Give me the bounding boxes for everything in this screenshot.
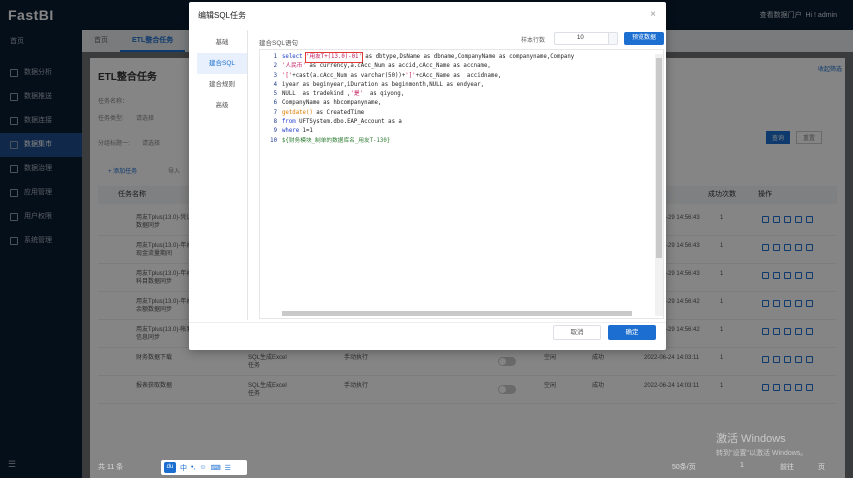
watermark-line-2: 转到"设置"以激活 Windows。 [716,450,808,457]
dialog-title: 编辑SQL任务 [198,11,247,20]
current-page[interactable]: 1 [740,462,744,469]
sample-rows-value: 10 [577,35,584,41]
code-token: '用友T+(13.0)-01' [304,51,363,64]
code-token: getdate() [282,109,313,116]
ime-toolbar[interactable]: du 中 •, ☺ ⌨ ☰ [161,460,247,475]
code-token: iyear as beginyear,iDuration as beginmon… [282,81,485,88]
line-number: 7 [273,109,277,116]
confirm-button[interactable]: 确定 [608,325,656,340]
code-token: as CreatedTime [312,109,365,116]
code-line: 6 CompanyName as hbcompanyname, [260,99,653,108]
code-line: 7 getdate() as CreatedTime [260,109,653,118]
ime-lang[interactable]: 中 [180,463,187,473]
sample-rows-input[interactable]: 10 [554,32,618,45]
dialog-tabs: 基础 建合SQL 建合规则 高级 [197,32,247,116]
stepper-icon[interactable] [608,33,617,44]
ime-menu-icon[interactable]: ☰ [225,464,231,472]
code-line: 9 where 1=1 [260,127,653,136]
code-token: +cast(a.cAcc_Num as varchar(50))+ [292,72,406,79]
code-token: 1=1 [302,128,313,135]
line-number: 2 [273,63,277,70]
code-token: as qiyong, [363,91,405,98]
windows-watermark: 激活 Windows 转到"设置"以激活 Windows。 [716,430,807,458]
code-token: UFTSystem.dbo.EAP_Account as a [299,119,402,126]
close-icon[interactable]: × [650,9,656,20]
code-token: +cAcc_Name as accidname, [415,72,502,79]
code-line: 2 '人民币' as currency,a.cAcc_Num as accid,c… [260,62,653,71]
page-size-select[interactable]: 50条/页 [672,462,696,472]
line-number: 8 [273,119,277,126]
editor-vertical-scrollbar[interactable] [655,54,663,316]
code-token: '[' [282,72,293,79]
code-token: '人民币' [282,63,306,70]
ime-logo-icon: du [164,462,176,473]
ime-punct[interactable]: •, [191,464,195,471]
vertical-scroll-thumb[interactable] [656,58,662,258]
page-unit-label: 页 [818,464,825,471]
watermark-line-1: 激活 Windows [716,433,786,445]
sql-editor[interactable]: 1 select '用友T+(13.0)-01' as dbtype,DsName… [259,49,664,319]
footer-divider [189,322,666,323]
ime-emoji-icon[interactable]: ☺ [199,464,206,471]
line-number: 1 [273,54,277,60]
line-number: 6 [273,100,277,107]
dialog-tab-0[interactable]: 基础 [197,32,247,53]
code-token: ${财务模块_制单的数据库名_用友T-130} [282,137,391,144]
code-line: 4 iyear as beginyear,iDuration as beginmo… [260,81,653,90]
ime-keyboard-icon[interactable]: ⌨ [211,464,221,472]
sql-section-title: 建合SQL语句 [259,40,299,47]
line-number: 3 [273,72,277,79]
line-number: 5 [273,91,277,98]
dialog-tab-1[interactable]: 建合SQL [197,53,247,74]
code-line: 1 select '用友T+(13.0)-01' as dbtype,DsName… [260,51,653,64]
code-line: 5 NULL as tradekind , '是' as qiyong, [260,90,653,99]
tabs-divider [247,30,248,320]
code-token: CompanyName as hbcompanyname, [282,100,382,107]
dialog-tab-2[interactable]: 建合规则 [197,74,247,95]
line-number: 4 [273,81,277,88]
code-token: from [282,119,300,126]
code-token: where [282,128,303,135]
edit-sql-task-dialog: 编辑SQL任务 × 基础 建合SQL 建合规则 高级 建合SQL语句 样本行数 10 … [189,2,666,350]
code-line: 8 from UFTSystem.dbo.EAP_Account as a [260,118,653,127]
sql-code[interactable]: 1 select '用友T+(13.0)-01' as dbtype,DsName… [260,51,653,146]
sample-rows-label: 样本行数 [521,38,546,44]
code-token: as currency,a.cAcc_Num as accid,cAcc_Nam… [305,63,491,70]
code-token: select [282,54,306,60]
code-line: 10 ${财务模块_制单的数据库名_用友T-130} [260,137,653,146]
goto-label: 前往 [780,464,794,471]
editor-horizontal-scrollbar[interactable] [282,311,632,316]
code-token: NULL as tradekind , [282,91,351,98]
dialog-tab-3[interactable]: 高级 [197,95,247,116]
code-token: '是' [350,91,364,98]
preview-data-button[interactable]: 预览数据 [624,32,664,45]
cancel-button[interactable]: 取消 [553,325,601,340]
total-count: 共 11 条 [98,464,124,471]
line-number: 10 [270,137,277,144]
code-token: as dbtype,DsName as dbname,CompanyName a… [361,54,575,60]
code-token: ']' [405,72,416,79]
code-line: 3 '[' +cast(a.cAcc_Num as varchar(50))+ ']'… [260,72,653,81]
line-number: 9 [273,128,277,135]
